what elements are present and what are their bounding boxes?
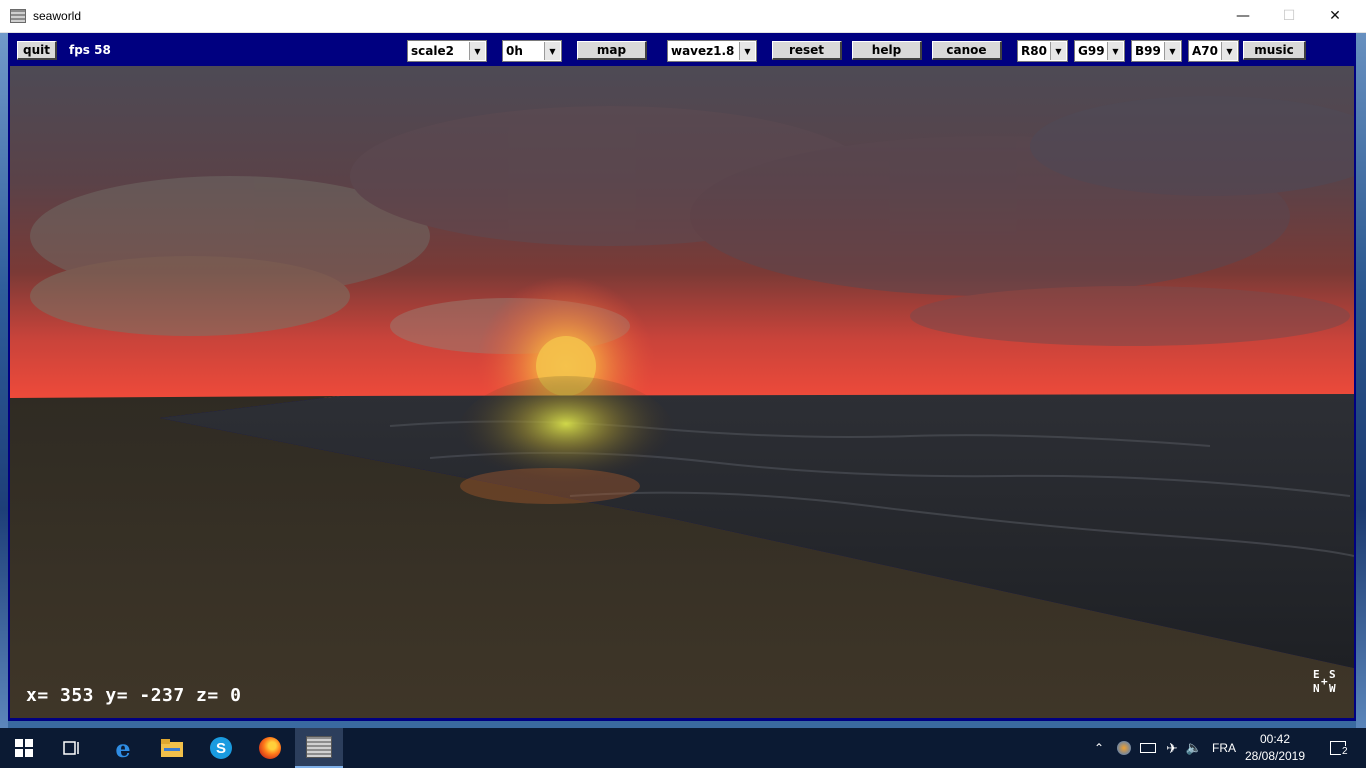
fps-counter: fps 58	[69, 43, 111, 57]
firefox-button[interactable]	[246, 728, 294, 768]
map-button[interactable]: map	[577, 41, 647, 60]
battery-button[interactable]	[1137, 728, 1159, 768]
taskbar: e S ⌃ ✈ 🔈 FRA 00:42 28/08/2019 2	[0, 728, 1366, 768]
chevron-down-icon: ▼	[1107, 42, 1123, 60]
red-select-value: R80	[1021, 44, 1047, 58]
battery-icon	[1140, 743, 1156, 753]
windows-start-icon	[15, 739, 33, 757]
minimize-icon: —	[1236, 8, 1250, 24]
chevron-up-icon: ⌃	[1093, 741, 1105, 755]
hour-select-value: 0h	[506, 44, 523, 58]
language-indicator[interactable]: FRA	[1208, 728, 1240, 768]
edge-button[interactable]: e	[99, 728, 147, 768]
chevron-down-icon: ▼	[1050, 42, 1066, 60]
seaworld-app-icon	[306, 736, 332, 758]
chevron-down-icon: ▼	[1164, 42, 1180, 60]
skype-icon: S	[210, 737, 232, 759]
wave-select[interactable]: wavez1.8 ▼	[667, 40, 757, 62]
airplane-mode-button[interactable]: ✈	[1161, 728, 1183, 768]
clock-date: 28/08/2019	[1244, 749, 1306, 763]
clock-time: 00:42	[1259, 732, 1291, 746]
maximize-button[interactable]: ☐	[1266, 0, 1312, 32]
help-button[interactable]: help	[852, 41, 922, 60]
network-globe-icon	[1117, 741, 1131, 755]
file-explorer-button[interactable]	[148, 728, 196, 768]
warm-reflection	[460, 468, 640, 504]
start-button[interactable]	[0, 728, 48, 768]
3d-viewport[interactable]: x= 353 y= -237 z= 0 E S + N W	[10, 66, 1354, 718]
close-button[interactable]: ✕	[1312, 0, 1358, 32]
show-hidden-icons-button[interactable]: ⌃	[1090, 728, 1108, 768]
minimize-button[interactable]: —	[1220, 0, 1266, 32]
alpha-select[interactable]: A70 ▼	[1188, 40, 1239, 62]
chevron-down-icon: ▼	[1221, 42, 1237, 60]
green-select[interactable]: G99 ▼	[1074, 40, 1125, 62]
canoe-button[interactable]: canoe	[932, 41, 1002, 60]
reset-button[interactable]: reset	[772, 41, 842, 60]
compass: E S + N W	[1308, 669, 1340, 701]
skype-button[interactable]: S	[197, 728, 245, 768]
app-client-area: quit fps 58 scale2 ▼ 0h ▼ map wavez1.8 ▼…	[8, 33, 1356, 721]
hour-select[interactable]: 0h ▼	[502, 40, 562, 62]
alpha-select-value: A70	[1192, 44, 1218, 58]
window-title: seaworld	[33, 9, 82, 23]
compass-south: S	[1329, 668, 1336, 681]
airplane-icon: ✈	[1166, 739, 1178, 756]
task-view-icon	[63, 741, 79, 755]
sunset-scene	[10, 66, 1354, 718]
app-icon	[10, 9, 26, 23]
scale-select-value: scale2	[411, 44, 454, 58]
music-button[interactable]: music	[1243, 41, 1306, 60]
scale-select[interactable]: scale2 ▼	[407, 40, 487, 62]
compass-center: +	[1321, 675, 1328, 688]
compass-east: E	[1313, 668, 1320, 681]
action-center-button[interactable]: 2	[1318, 728, 1358, 768]
wave-select-value: wavez1.8	[671, 44, 735, 58]
tray-app-icon[interactable]	[1113, 728, 1135, 768]
file-explorer-icon	[161, 739, 183, 757]
green-select-value: G99	[1078, 44, 1105, 58]
blue-select[interactable]: B99 ▼	[1131, 40, 1182, 62]
position-readout: x= 353 y= -237 z= 0	[26, 685, 242, 706]
clock[interactable]: 00:42 28/08/2019	[1240, 731, 1310, 765]
maximize-icon: ☐	[1282, 8, 1296, 24]
title-bar[interactable]: seaworld — ☐ ✕	[0, 0, 1366, 33]
compass-north: N	[1313, 682, 1320, 695]
red-select[interactable]: R80 ▼	[1017, 40, 1068, 62]
chevron-down-icon: ▼	[739, 42, 755, 60]
speaker-icon: 🔈	[1185, 740, 1203, 755]
seaworld-window: seaworld — ☐ ✕ quit fps 58 scale2 ▼ 0h ▼…	[0, 0, 1366, 728]
close-icon: ✕	[1329, 8, 1341, 24]
toolbar: quit fps 58 scale2 ▼ 0h ▼ map wavez1.8 ▼…	[8, 33, 1356, 66]
blue-select-value: B99	[1135, 44, 1161, 58]
task-view-button[interactable]	[48, 728, 96, 768]
chevron-down-icon: ▼	[544, 42, 560, 60]
volume-button[interactable]: 🔈	[1183, 728, 1205, 768]
edge-icon: e	[115, 733, 131, 763]
notification-count: 2	[1340, 746, 1350, 757]
compass-west: W	[1329, 682, 1336, 695]
seaworld-taskbar-button[interactable]	[295, 728, 343, 768]
chevron-down-icon: ▼	[469, 42, 485, 60]
firefox-icon	[259, 737, 281, 759]
quit-button[interactable]: quit	[17, 41, 57, 60]
